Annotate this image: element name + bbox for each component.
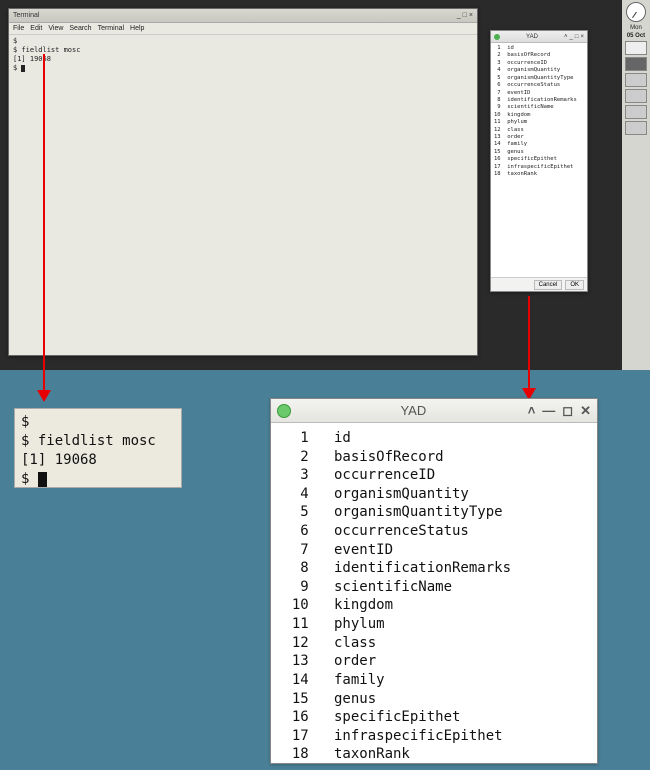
- list-item[interactable]: 6 occurrenceStatus: [494, 82, 584, 89]
- yad-list[interactable]: 1 id 2 basisOfRecord 3 occurrenceID 4 or…: [271, 423, 597, 763]
- list-item[interactable]: 7 eventID: [275, 541, 593, 560]
- list-item[interactable]: 15 genus: [494, 149, 584, 156]
- menu-edit[interactable]: Edit: [30, 25, 42, 32]
- minimize-icon[interactable]: —: [542, 403, 555, 419]
- yad-title: YAD: [299, 403, 528, 418]
- terminal-line: $: [13, 64, 473, 73]
- panel-date: 05 Oct: [624, 33, 648, 39]
- terminal-line: [1] 19068: [21, 451, 175, 470]
- close-icon[interactable]: ×: [469, 12, 473, 19]
- menu-file[interactable]: File: [13, 25, 24, 32]
- cursor-icon: [21, 65, 25, 72]
- menu-view[interactable]: View: [48, 25, 63, 32]
- clock-icon[interactable]: [626, 2, 646, 22]
- list-item[interactable]: 9 scientificName: [275, 578, 593, 597]
- close-icon[interactable]: ×: [580, 34, 584, 40]
- arrow-connector: [43, 54, 45, 392]
- desktop-panel: Mon 05 Oct: [622, 0, 650, 370]
- list-item[interactable]: 14 family: [494, 141, 584, 148]
- rollup-icon[interactable]: ˄: [528, 403, 536, 419]
- yad-footer: Cancel OK: [491, 277, 587, 291]
- list-item[interactable]: 9 scientificName: [494, 104, 584, 111]
- cursor-icon: [38, 472, 47, 487]
- terminal-title: Terminal: [13, 12, 39, 19]
- terminal-menubar: File Edit View Search Terminal Help: [9, 23, 477, 35]
- yad-window[interactable]: YAD ˄ _ □ × 1 id 2 basisOfRecord 3 occur…: [490, 30, 588, 292]
- menu-terminal[interactable]: Terminal: [98, 25, 124, 32]
- list-item[interactable]: 13 order: [275, 652, 593, 671]
- close-icon[interactable]: ✕: [580, 403, 591, 419]
- maximize-icon[interactable]: ◻: [562, 403, 573, 419]
- maximize-icon[interactable]: □: [575, 34, 579, 40]
- list-item[interactable]: 16 specificEpithet: [494, 156, 584, 163]
- desktop-background: Terminal _ □ × File Edit View Search Ter…: [0, 0, 650, 370]
- list-item[interactable]: 13 order: [494, 134, 584, 141]
- panel-applet[interactable]: [625, 41, 647, 55]
- menu-help[interactable]: Help: [130, 25, 144, 32]
- terminal-line: $ fieldlist mosc: [21, 432, 175, 451]
- list-item[interactable]: 10 kingdom: [494, 112, 584, 119]
- list-item[interactable]: 12 class: [494, 127, 584, 134]
- list-item[interactable]: 1 id: [275, 429, 593, 448]
- list-item[interactable]: 17 infraspecificEpithet: [494, 164, 584, 171]
- list-item[interactable]: 4 organismQuantity: [275, 485, 593, 504]
- maximize-icon[interactable]: □: [463, 12, 467, 19]
- panel-applet[interactable]: [625, 73, 647, 87]
- cancel-button[interactable]: Cancel: [534, 280, 563, 290]
- terminal-window-controls: _ □ ×: [457, 12, 473, 19]
- list-item[interactable]: 3 occurrenceID: [494, 60, 584, 67]
- panel-applet[interactable]: [625, 121, 647, 135]
- yad-window-controls: ˄ _ □ ×: [564, 34, 584, 40]
- list-item[interactable]: 12 class: [275, 634, 593, 653]
- arrow-connector: [528, 296, 530, 390]
- yad-window-zoom[interactable]: YAD ˄ — ◻ ✕ 1 id 2 basisOfRecord 3 occur…: [270, 398, 598, 764]
- list-item[interactable]: 1 id: [494, 45, 584, 52]
- ok-button[interactable]: OK: [565, 280, 584, 290]
- terminal-window[interactable]: Terminal _ □ × File Edit View Search Ter…: [8, 8, 478, 356]
- list-item[interactable]: 4 organismQuantity: [494, 67, 584, 74]
- minimize-icon[interactable]: _: [457, 12, 461, 19]
- list-item[interactable]: 17 infraspecificEpithet: [275, 727, 593, 746]
- list-item[interactable]: 7 eventID: [494, 90, 584, 97]
- terminal-line: $: [13, 37, 473, 46]
- terminal-line: [1] 19068: [13, 55, 473, 64]
- panel-applet[interactable]: [625, 57, 647, 71]
- terminal-zoom: $ $ fieldlist mosc [1] 19068 $: [14, 408, 182, 488]
- rollup-icon[interactable]: ˄: [564, 34, 568, 40]
- list-item[interactable]: 14 family: [275, 671, 593, 690]
- list-item[interactable]: 6 occurrenceStatus: [275, 522, 593, 541]
- list-item[interactable]: 18 taxonRank: [275, 745, 593, 763]
- yad-titlebar[interactable]: YAD ˄ — ◻ ✕: [271, 399, 597, 423]
- list-item[interactable]: 16 specificEpithet: [275, 708, 593, 727]
- list-item[interactable]: 5 organismQuantityType: [494, 75, 584, 82]
- list-item[interactable]: 15 genus: [275, 690, 593, 709]
- yad-window-controls: ˄ — ◻ ✕: [528, 403, 591, 419]
- arrow-head-down-icon: [37, 390, 51, 402]
- list-item[interactable]: 5 organismQuantityType: [275, 503, 593, 522]
- app-icon: [494, 34, 500, 40]
- app-icon: [277, 404, 291, 418]
- list-item[interactable]: 2 basisOfRecord: [275, 448, 593, 467]
- list-item[interactable]: 18 taxonRank: [494, 171, 584, 178]
- terminal-line: $: [21, 470, 175, 489]
- list-item[interactable]: 3 occurrenceID: [275, 466, 593, 485]
- minimize-icon[interactable]: _: [570, 34, 573, 40]
- panel-applet[interactable]: [625, 89, 647, 103]
- panel-day: Mon: [624, 25, 648, 31]
- list-item[interactable]: 8 identificationRemarks: [494, 97, 584, 104]
- yad-title: YAD: [526, 34, 538, 40]
- list-item[interactable]: 10 kingdom: [275, 596, 593, 615]
- terminal-line: $: [21, 413, 175, 432]
- yad-titlebar[interactable]: YAD ˄ _ □ ×: [491, 31, 587, 43]
- yad-list[interactable]: 1 id 2 basisOfRecord 3 occurrenceID 4 or…: [491, 43, 587, 277]
- list-item[interactable]: 11 phylum: [275, 615, 593, 634]
- terminal-body[interactable]: $ $ fieldlist mosc [1] 19068 $: [9, 35, 477, 75]
- terminal-titlebar[interactable]: Terminal _ □ ×: [9, 9, 477, 23]
- menu-search[interactable]: Search: [69, 25, 91, 32]
- panel-applet[interactable]: [625, 105, 647, 119]
- terminal-line: $ fieldlist mosc: [13, 46, 473, 55]
- list-item[interactable]: 8 identificationRemarks: [275, 559, 593, 578]
- list-item[interactable]: 2 basisOfRecord: [494, 52, 584, 59]
- list-item[interactable]: 11 phylum: [494, 119, 584, 126]
